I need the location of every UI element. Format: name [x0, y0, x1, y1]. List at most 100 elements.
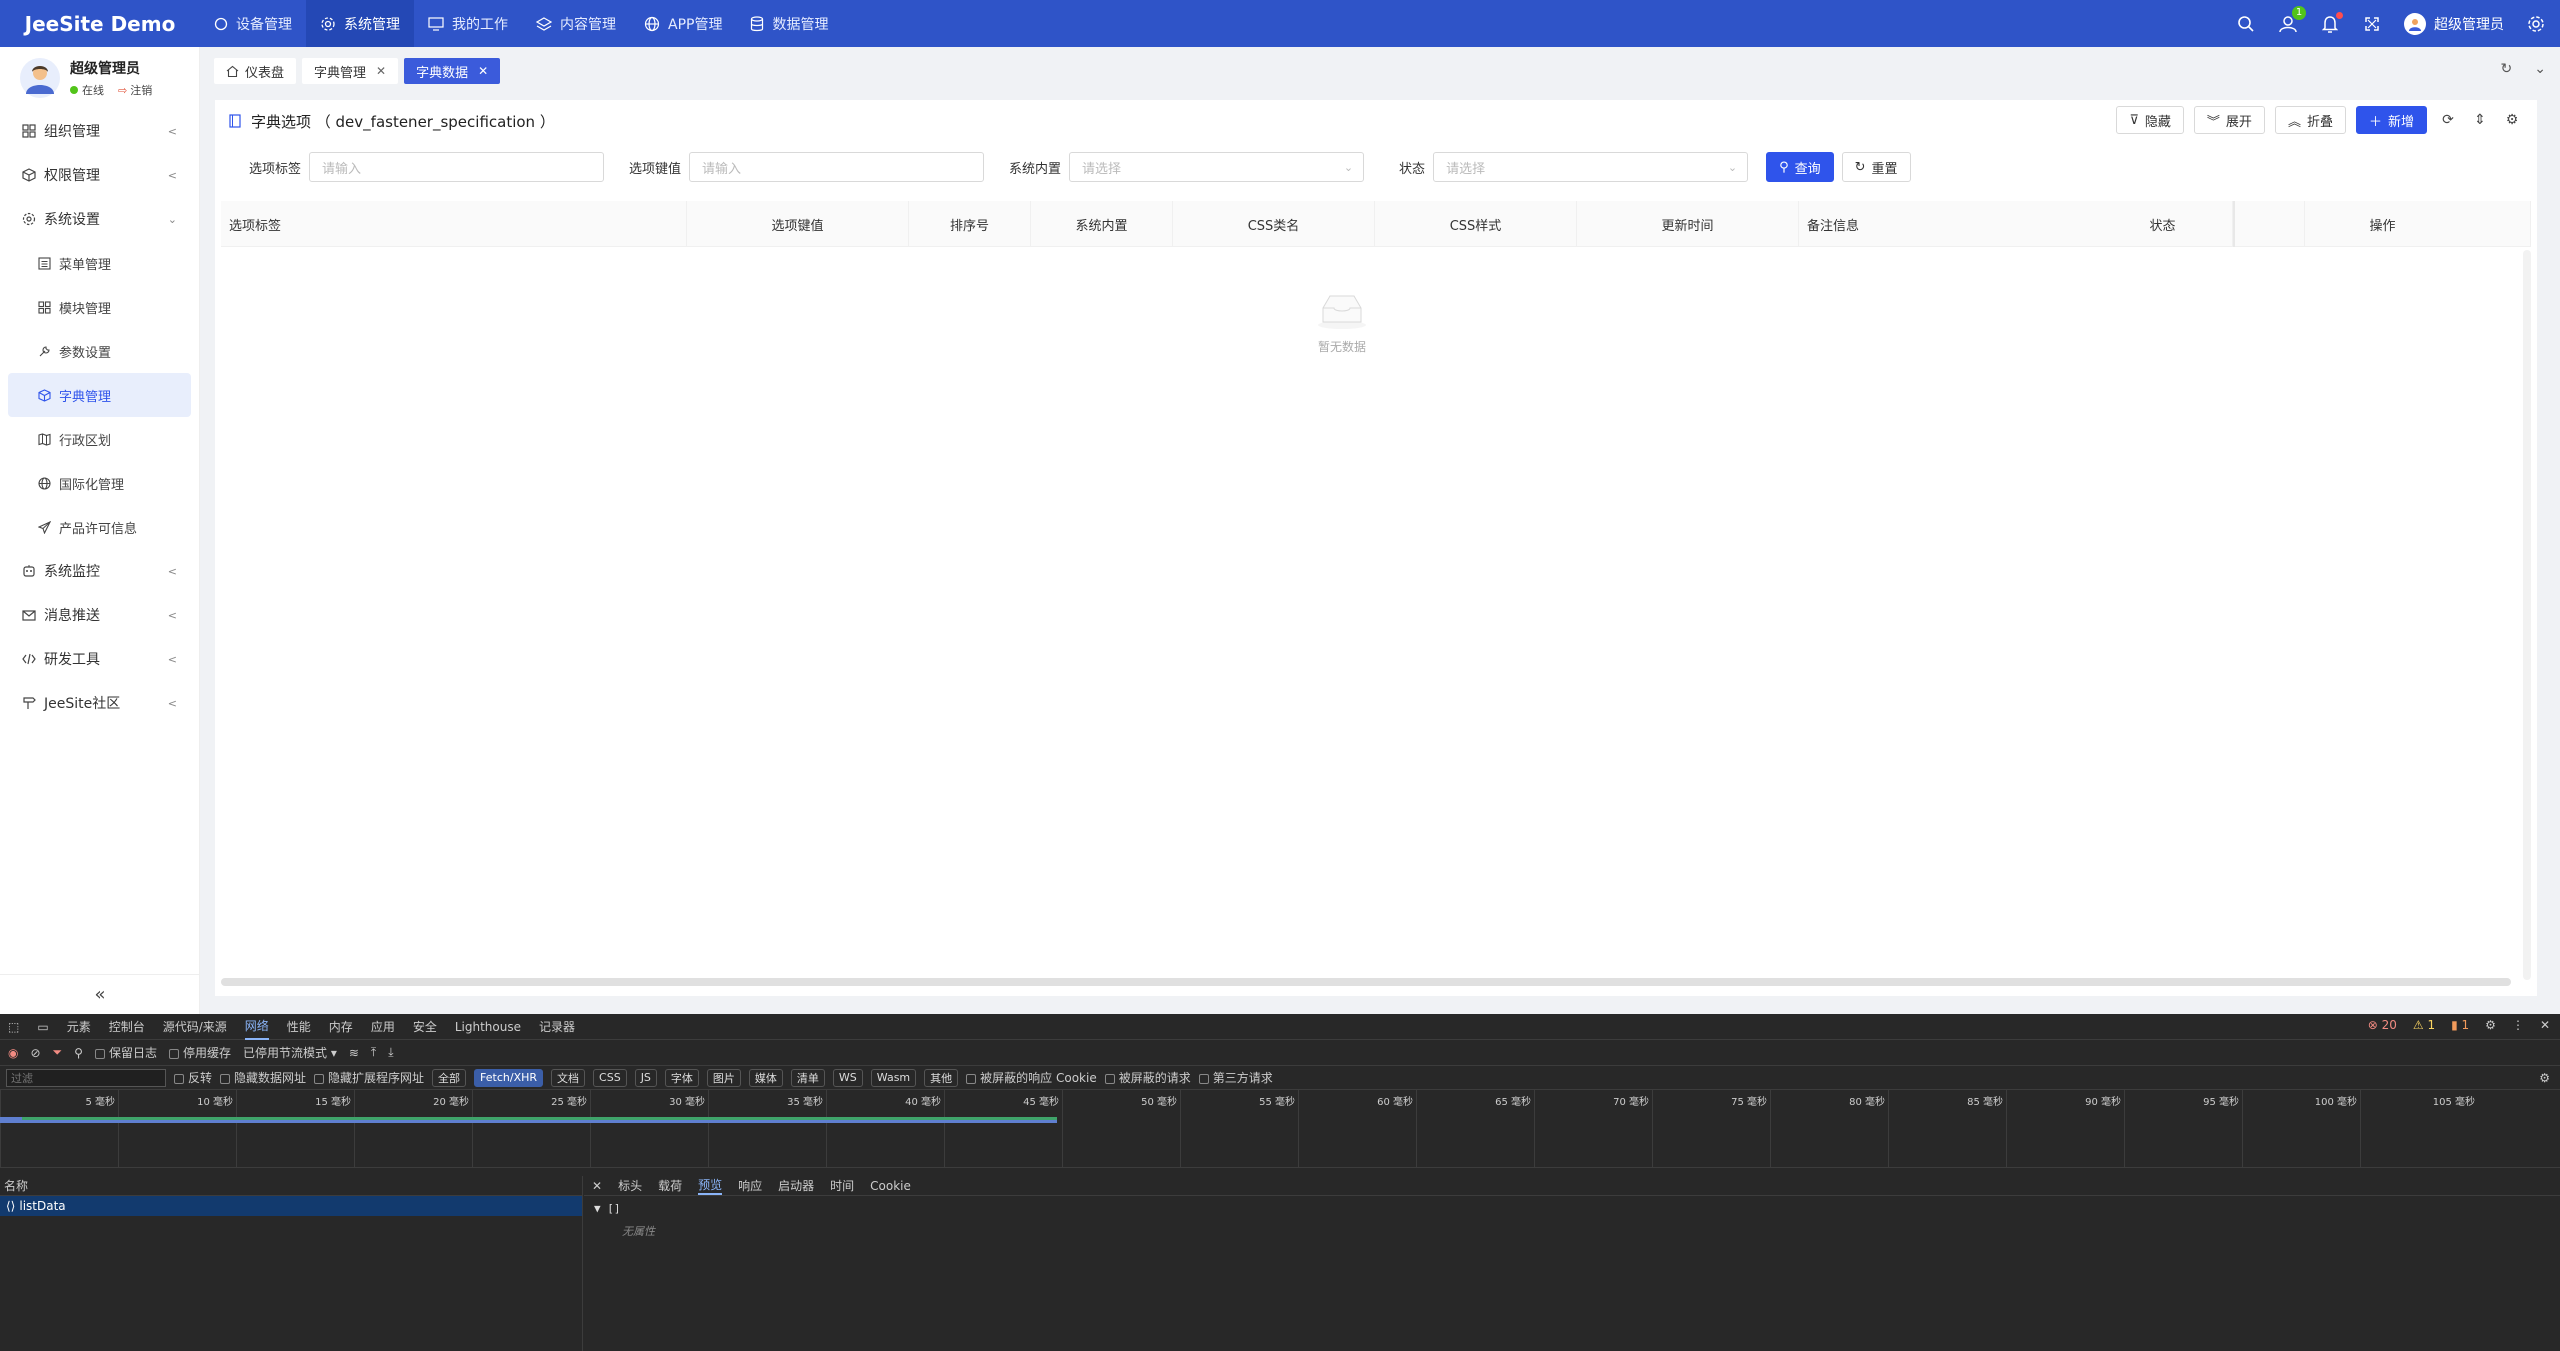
invert-checkbox[interactable]: 反转 [174, 1069, 212, 1086]
chevron-down-icon[interactable]: ⌄ [2534, 61, 2546, 77]
menu-msg[interactable]: 消息推送 < [0, 593, 199, 637]
filter-chip[interactable]: 图片 [706, 1068, 741, 1087]
blocked-requests-checkbox[interactable]: 被屏蔽的请求 [1104, 1069, 1191, 1086]
search-button[interactable]: ⚲ 查询 [1766, 152, 1834, 182]
user-menu[interactable]: 超级管理员 [2404, 12, 2504, 35]
warning-count[interactable]: ⚠ 1 [2413, 1018, 2435, 1032]
filter-chip[interactable]: 文档 [551, 1068, 586, 1087]
topnav-app[interactable]: APP管理 [630, 0, 736, 47]
detail-tab[interactable]: 响应 [738, 1177, 762, 1194]
topnav-content[interactable]: 内容管理 [522, 0, 630, 47]
column-header[interactable]: 选项标签 [221, 201, 687, 247]
menu-monitor[interactable]: 系统监控 < [0, 549, 199, 593]
third-party-checkbox[interactable]: 第三方请求 [1198, 1069, 1273, 1086]
menu-org[interactable]: 组织管理 < [0, 109, 199, 153]
settings-icon[interactable]: ⚙ [2485, 1018, 2496, 1032]
inspect-icon[interactable]: ⬚ [8, 1020, 19, 1034]
detail-tab[interactable]: Cookie [870, 1179, 911, 1193]
brand-logo[interactable]: JeeSite Demo [0, 12, 200, 36]
bell-icon[interactable] [2320, 11, 2343, 34]
upload-icon[interactable]: ⤒ [371, 1045, 376, 1060]
download-icon[interactable]: ⤓ [388, 1045, 393, 1060]
column-settings-icon[interactable]: ⚙ [2501, 109, 2523, 131]
search-icon[interactable] [2236, 14, 2256, 34]
fullscreen-icon[interactable] [2362, 14, 2382, 34]
submenu-params[interactable]: 参数设置 [0, 329, 199, 373]
online-users-icon[interactable]: 1 [2278, 5, 2306, 34]
preserve-log-checkbox[interactable]: 保留日志 [94, 1044, 157, 1061]
logout-link[interactable]: ⇨ 注销 [118, 82, 152, 98]
topnav-system[interactable]: 系统管理 [306, 0, 414, 47]
builtin-select[interactable]: 请选择 ⌄ [1069, 152, 1365, 182]
topnav-mywork[interactable]: 我的工作 [414, 0, 522, 47]
tab-dict-data[interactable]: 字典数据 ✕ [404, 58, 501, 84]
column-header[interactable]: CSS类名 [1173, 201, 1375, 247]
column-header[interactable]: 排序号 [909, 201, 1031, 247]
add-button[interactable]: ＋新增 [2355, 106, 2427, 134]
refresh-icon[interactable]: ↻ [2501, 61, 2513, 77]
detail-tab[interactable]: 标头 [618, 1177, 642, 1194]
devtools-tab-network[interactable]: 网络 [244, 1014, 269, 1040]
detail-tab[interactable]: 启动器 [778, 1177, 814, 1194]
devtools-tab[interactable]: Lighthouse [455, 1014, 521, 1040]
detail-tab[interactable]: 载荷 [658, 1177, 682, 1194]
column-height-icon[interactable]: ⇕ [2469, 109, 2491, 131]
horizontal-scrollbar[interactable] [221, 978, 2511, 986]
record-icon[interactable]: ◉ [8, 1046, 18, 1060]
label-input[interactable]: 请输入 [309, 152, 605, 182]
devtools-tab[interactable]: 性能 [287, 1014, 311, 1040]
reset-button[interactable]: ↻ 重置 [1841, 152, 1911, 182]
submenu-menu[interactable]: 菜单管理 [0, 241, 199, 285]
filter-chip[interactable]: 字体 [664, 1068, 699, 1087]
column-header[interactable]: 更新时间 [1577, 201, 1799, 247]
close-icon[interactable]: ✕ [592, 1179, 602, 1193]
detail-tab-preview[interactable]: 预览 [698, 1176, 723, 1195]
column-header[interactable]: 系统内置 [1031, 201, 1173, 247]
filter-chip[interactable]: Wasm [870, 1068, 917, 1087]
expand-button[interactable]: ︾ 展开 [2193, 106, 2265, 134]
clear-icon[interactable]: ⊘ [30, 1046, 40, 1060]
hide-data-urls-checkbox[interactable]: 隐藏数据网址 [220, 1069, 306, 1086]
menu-community[interactable]: JeeSite社区 < [0, 681, 199, 725]
blocked-response-cookies-checkbox[interactable]: 被屏蔽的响应 Cookie [966, 1069, 1097, 1086]
refresh-icon[interactable]: ⟳ [2437, 109, 2459, 131]
filter-chip[interactable]: 清单 [790, 1068, 825, 1087]
menu-sys[interactable]: 系统设置 ⌄ [0, 197, 199, 241]
device-toggle-icon[interactable]: ▭ [37, 1020, 48, 1034]
column-header[interactable]: CSS样式 [1375, 201, 1577, 247]
filter-chip-xhr[interactable]: Fetch/XHR [474, 1068, 544, 1087]
more-icon[interactable]: ⋮ [2512, 1018, 2524, 1032]
topnav-device[interactable]: 设备管理 [200, 0, 306, 47]
network-timeline[interactable]: 5 毫秒 10 毫秒 15 毫秒 20 毫秒 25 毫秒 30 毫秒 35 毫秒… [0, 1090, 2560, 1168]
devtools-tab[interactable]: 内存 [329, 1014, 353, 1040]
collapse-button[interactable]: ︽ 折叠 [2274, 106, 2346, 134]
filter-input[interactable]: 过滤 [6, 1068, 166, 1087]
settings-gear-icon[interactable] [2526, 14, 2546, 34]
sidebar-collapse-button[interactable]: « [0, 974, 200, 1014]
throttle-select[interactable]: 已停用节流模式 ▾ [243, 1044, 337, 1061]
column-header[interactable]: 选项键值 [687, 201, 909, 247]
close-icon[interactable]: ✕ [478, 64, 488, 78]
avatar[interactable] [20, 58, 60, 98]
preview-root[interactable]: ▼ [] [594, 1202, 2560, 1215]
filter-icon[interactable]: ⏷ [53, 1045, 63, 1060]
submenu-dict[interactable]: 字典管理 [8, 373, 191, 417]
search-icon[interactable]: ⚲ [74, 1046, 83, 1060]
wifi-icon[interactable]: ≋ [349, 1046, 359, 1060]
hide-button[interactable]: ⊽ 隐藏 [2116, 106, 2184, 134]
status-select[interactable]: 请选择 ⌄ [1433, 152, 1749, 182]
close-icon[interactable]: ✕ [2540, 1018, 2550, 1032]
submenu-region[interactable]: 行政区划 [0, 417, 199, 461]
filter-chip[interactable]: 媒体 [748, 1068, 783, 1087]
vertical-scrollbar[interactable] [2523, 250, 2531, 980]
settings-icon[interactable]: ⚙ [2539, 1071, 2550, 1085]
filter-chip[interactable]: 全部 [432, 1068, 467, 1087]
devtools-tab[interactable]: 元素 [67, 1014, 91, 1040]
submenu-i18n[interactable]: 国际化管理 [0, 461, 199, 505]
value-input[interactable]: 请输入 [689, 152, 985, 182]
detail-tab[interactable]: 时间 [830, 1177, 854, 1194]
name-column-header[interactable]: 名称 [0, 1176, 582, 1196]
disable-cache-checkbox[interactable]: 停用缓存 [168, 1044, 231, 1061]
error-count[interactable]: ⊗ 20 [2368, 1018, 2397, 1032]
tab-dict-manage[interactable]: 字典管理 ✕ [302, 58, 399, 84]
